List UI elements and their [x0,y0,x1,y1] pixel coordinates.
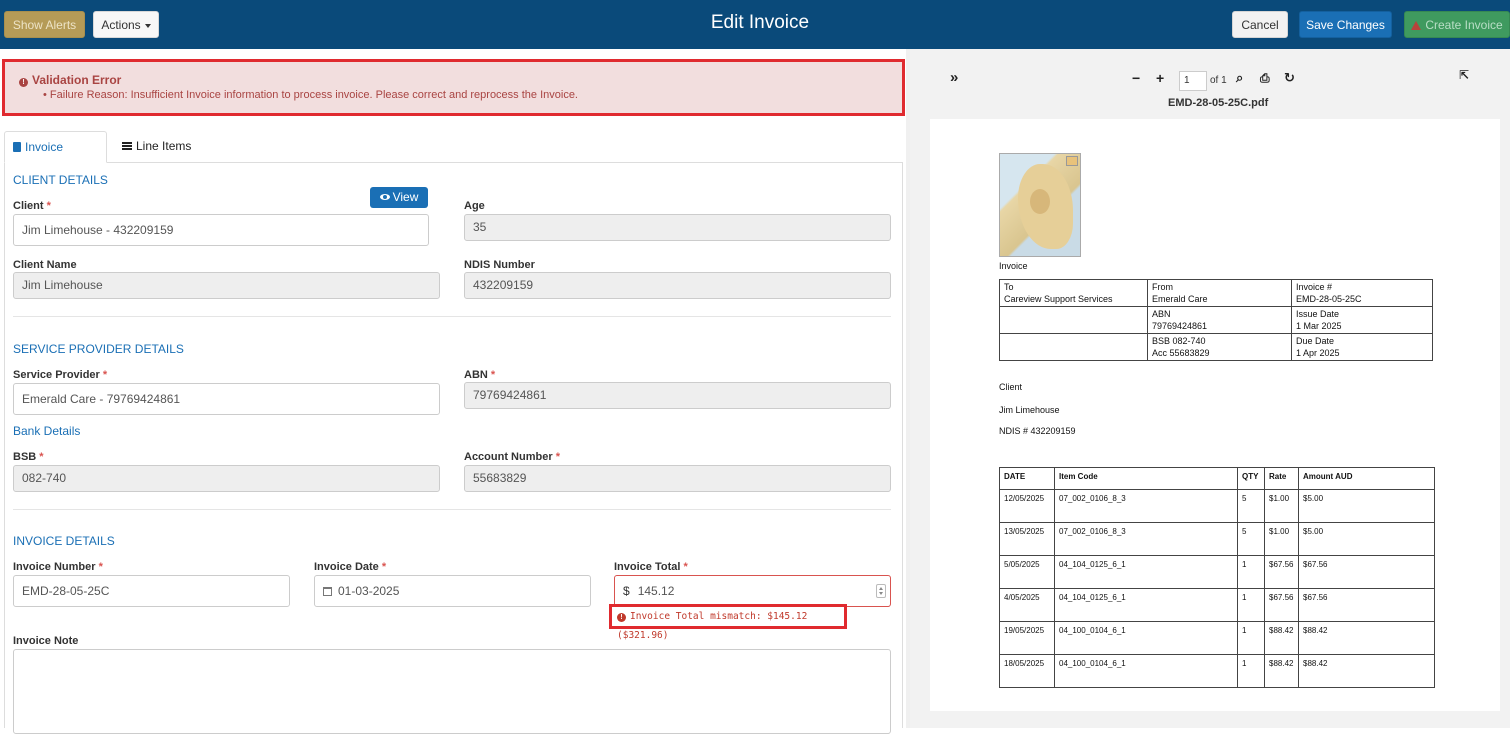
page-number-input[interactable]: 1 [1179,71,1207,91]
table-header-row: DATE Item Code QTY Rate Amount AUD [999,467,1435,490]
ndis-number-label: NDIS Number [464,259,535,271]
collapse-panel-icon[interactable]: » [950,69,958,86]
actions-label: Actions [101,18,141,32]
pdf-header-table: To Careview Support Services From Emerald … [999,279,1433,361]
ndis-number-field: 432209159 [464,272,891,299]
invoice-date-label: Invoice Date * [314,561,387,573]
age-label: Age [464,200,485,212]
tab-invoice-details[interactable]: Invoice Details [4,131,107,185]
zoom-out-icon[interactable]: − [1132,70,1140,86]
table-row: 12/05/2025 07_002_0106_8_3 5 $1.00 $5.00 [999,489,1435,523]
top-bar: Show Alerts Actions Edit Invoice Cancel … [0,0,1510,49]
client-label: Client * [13,200,51,212]
tab-line-items-label: Line Items [136,139,192,153]
table-row: 4/05/2025 04_104_0125_6_1 1 $67.56 $67.56 [999,588,1435,622]
number-spinner-icon[interactable] [876,584,886,598]
external-link-icon[interactable]: ⇱ [1459,68,1469,82]
abn-label: ABN * [464,369,496,381]
age-field: 35 [464,214,891,241]
show-alerts-button[interactable]: Show Alerts [4,11,85,38]
validation-error-message: • Failure Reason: Insufficient Invoice i… [43,89,578,101]
exclamation-circle-icon: ! [617,613,626,622]
page-title: Edit Invoice [710,12,810,33]
invoice-total-label: Invoice Total * [614,561,688,573]
tab-bar: Invoice Details Line Items [4,131,903,185]
map-logo-image [999,153,1081,257]
invoice-number-field[interactable]: EMD-28-05-25C [13,575,290,607]
create-invoice-label: Create Invoice [1425,18,1503,32]
invoice-note-textarea[interactable] [13,649,891,734]
create-invoice-button[interactable]: Create Invoice [1404,11,1510,38]
calendar-icon [323,587,332,596]
warning-icon [1411,21,1422,30]
cancel-button[interactable]: Cancel [1232,11,1288,38]
list-icon [122,142,132,150]
validation-error-title: ! Validation Error [19,73,121,87]
pdf-heading: Invoice [999,261,1028,271]
service-provider-field[interactable]: Emerald Care - 79769424861 [13,383,440,415]
client-field[interactable]: Jim Limehouse - 432209159 [13,214,429,246]
validation-title-text: Validation Error [32,73,122,87]
pdf-viewer-panel: » − + 1 of 1 ⌕ ⎙ ↻ ⇱ EMD-28-05-25C.pdf I… [910,49,1510,728]
client-name-label: Client Name [13,259,77,271]
file-icon [13,142,21,152]
service-provider-label: Service Provider * [13,369,108,381]
invoice-date-value: 01-03-2025 [338,584,400,598]
view-client-button[interactable]: View [370,187,428,208]
actions-dropdown-button[interactable]: Actions [93,11,159,38]
invoice-total-error-text: Invoice Total mismatch: $145.12 ($321.96… [617,611,808,641]
search-icon[interactable]: ⌕ [1236,70,1243,86]
divider [13,316,891,317]
invoice-number-label: Invoice Number * [13,561,103,573]
invoice-note-label: Invoice Note [13,635,79,647]
validation-error-alert: ! Validation Error • Failure Reason: Insu… [2,59,905,116]
print-icon[interactable]: ⎙ [1260,71,1270,86]
table-row: 5/05/2025 04_104_0125_6_1 1 $67.56 $67.56 [999,555,1435,589]
pdf-page: Invoice To Careview Support Services From… [930,119,1500,711]
invoice-details-form: CLIENT DETAILS View Client * Jim Limehou… [4,163,903,734]
eye-icon [379,194,390,200]
pdf-client-label: Client [999,382,1023,392]
invoice-total-field[interactable]: $145.12 [614,575,891,607]
table-row: 18/05/2025 04_100_0104_6_1 1 $88.42 $88.42 [999,654,1435,688]
pdf-line-items-table: DATE Item Code QTY Rate Amount AUD 12/05… [999,467,1435,688]
invoice-total-value: 145.12 [637,584,675,598]
tab-line-items[interactable]: Line Items [114,131,199,163]
invoice-form-panel: ! Validation Error • Failure Reason: Insu… [0,49,906,734]
client-name-field: Jim Limehouse [13,272,440,299]
exclamation-circle-icon: ! [19,78,28,87]
client-details-heading: CLIENT DETAILS [13,173,108,187]
abn-field: 79769424861 [464,382,891,409]
refresh-icon[interactable]: ↻ [1284,70,1295,86]
bank-details-heading: Bank Details [13,424,81,438]
view-label: View [392,190,419,204]
divider [13,509,891,510]
invoice-date-field[interactable]: 01-03-2025 [314,575,591,607]
save-changes-button[interactable]: Save Changes [1299,11,1392,38]
pdf-filename: EMD-28-05-25C.pdf [1168,97,1269,109]
currency-symbol: $ [623,584,630,598]
zoom-in-icon[interactable]: + [1156,70,1164,86]
pdf-client-name: Jim Limehouse [999,405,1060,415]
service-provider-heading: SERVICE PROVIDER DETAILS [13,342,184,356]
bsb-label: BSB * [13,451,44,463]
table-row: 13/05/2025 07_002_0106_8_3 5 $1.00 $5.00 [999,522,1435,556]
table-row: 19/05/2025 04_100_0104_6_1 1 $88.42 $88.42 [999,621,1435,655]
pdf-client-ndis: NDIS # 432209159 [999,426,1076,436]
account-number-field: 55683829 [464,465,891,492]
account-number-label: Account Number * [464,451,560,463]
page-count: of 1 [1210,75,1227,86]
invoice-total-error: ! Invoice Total mismatch: $145.12 ($321.9… [609,604,847,641]
invoice-details-heading: INVOICE DETAILS [13,534,115,548]
caret-down-icon [144,23,151,28]
validation-message-text: Failure Reason: Insufficient Invoice inf… [49,89,578,101]
bsb-field: 082-740 [13,465,440,492]
